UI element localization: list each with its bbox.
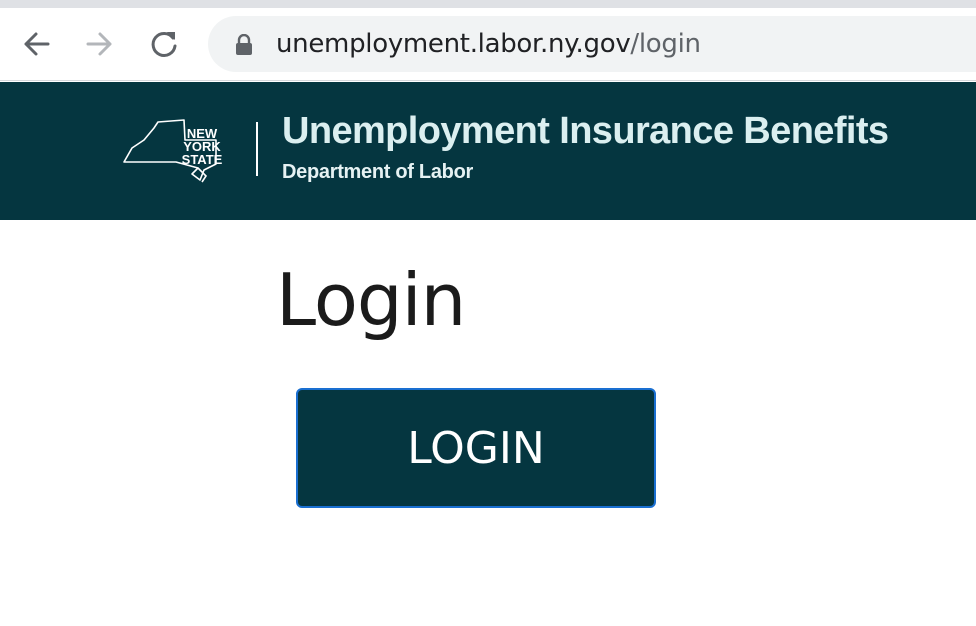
- browser-top-strip: [0, 0, 976, 8]
- header-divider: [256, 122, 258, 176]
- back-button[interactable]: [18, 26, 54, 62]
- back-arrow-icon: [24, 32, 50, 56]
- url-host: unemployment.labor.ny.gov: [276, 29, 631, 59]
- reload-icon: [151, 31, 177, 57]
- new-york-state-logo[interactable]: NEW YORK STATE: [122, 118, 226, 184]
- lock-icon: [236, 34, 252, 55]
- url-text: unemployment.labor.ny.gov/login: [276, 16, 701, 72]
- site-title[interactable]: Unemployment Insurance Benefits: [282, 110, 889, 153]
- browser-toolbar: unemployment.labor.ny.gov/login: [0, 8, 976, 81]
- address-bar[interactable]: unemployment.labor.ny.gov/login: [208, 16, 976, 72]
- page-title: Login: [276, 258, 466, 342]
- site-subtitle: Department of Labor: [282, 161, 473, 183]
- reload-button[interactable]: [146, 26, 182, 62]
- login-button[interactable]: LOGIN: [296, 388, 656, 508]
- url-path: /login: [630, 29, 701, 59]
- forward-button[interactable]: [82, 26, 118, 62]
- logo-line-state: STATE: [182, 152, 223, 167]
- forward-arrow-icon: [86, 32, 112, 56]
